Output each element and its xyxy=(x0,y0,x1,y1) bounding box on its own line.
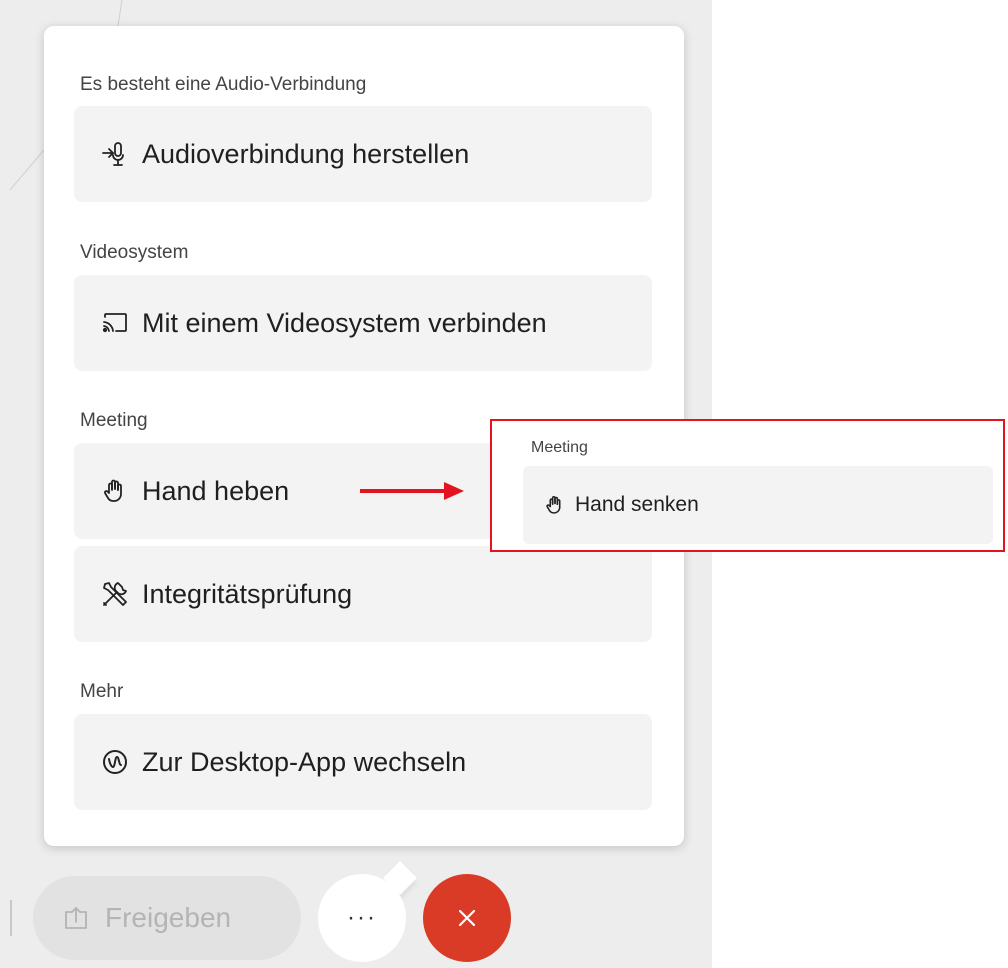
annotation-arrow xyxy=(360,482,464,500)
health-check-label: Integritätsprüfung xyxy=(142,578,353,609)
raise-hand-label: Hand heben xyxy=(142,475,290,506)
switch-to-desktop-app-label: Zur Desktop-App wechseln xyxy=(142,746,467,777)
section-label-video: Videosystem xyxy=(80,242,189,263)
connect-video-system-label: Mit einem Videosystem verbinden xyxy=(142,307,547,338)
cast-icon xyxy=(98,306,132,340)
share-button[interactable]: Freigeben xyxy=(33,876,301,960)
section-label-more: Mehr xyxy=(80,681,124,702)
switch-to-desktop-app-button[interactable]: Zur Desktop-App wechseln xyxy=(74,714,652,810)
close-icon xyxy=(458,909,476,927)
lower-hand-button[interactable]: Hand senken xyxy=(523,466,993,544)
more-options-button[interactable]: ··· xyxy=(318,874,406,962)
share-label: Freigeben xyxy=(105,902,232,933)
connect-audio-button[interactable]: Audioverbindung herstellen xyxy=(74,106,652,202)
section-label-audio: Es besteht eine Audio-Verbindung xyxy=(80,74,367,95)
connect-audio-label: Audioverbindung herstellen xyxy=(142,138,470,169)
health-check-button[interactable]: Integritätsprüfung xyxy=(74,546,652,642)
section-label-meeting: Meeting xyxy=(80,410,148,431)
raise-hand-icon xyxy=(98,474,132,508)
audio-connect-icon xyxy=(98,137,132,171)
lower-hand-icon xyxy=(543,493,567,517)
connect-video-system-button[interactable]: Mit einem Videosystem verbinden xyxy=(74,275,652,371)
leave-meeting-button[interactable] xyxy=(423,874,511,962)
more-icon: ··· xyxy=(347,904,377,931)
callout-section-label: Meeting xyxy=(531,439,588,456)
share-icon xyxy=(59,901,93,935)
tools-icon xyxy=(98,577,132,611)
lower-hand-label: Hand senken xyxy=(575,493,699,516)
control-bar-divider xyxy=(10,900,12,936)
callout-box: Meeting Hand senken xyxy=(490,419,1005,552)
webex-icon xyxy=(98,745,132,779)
